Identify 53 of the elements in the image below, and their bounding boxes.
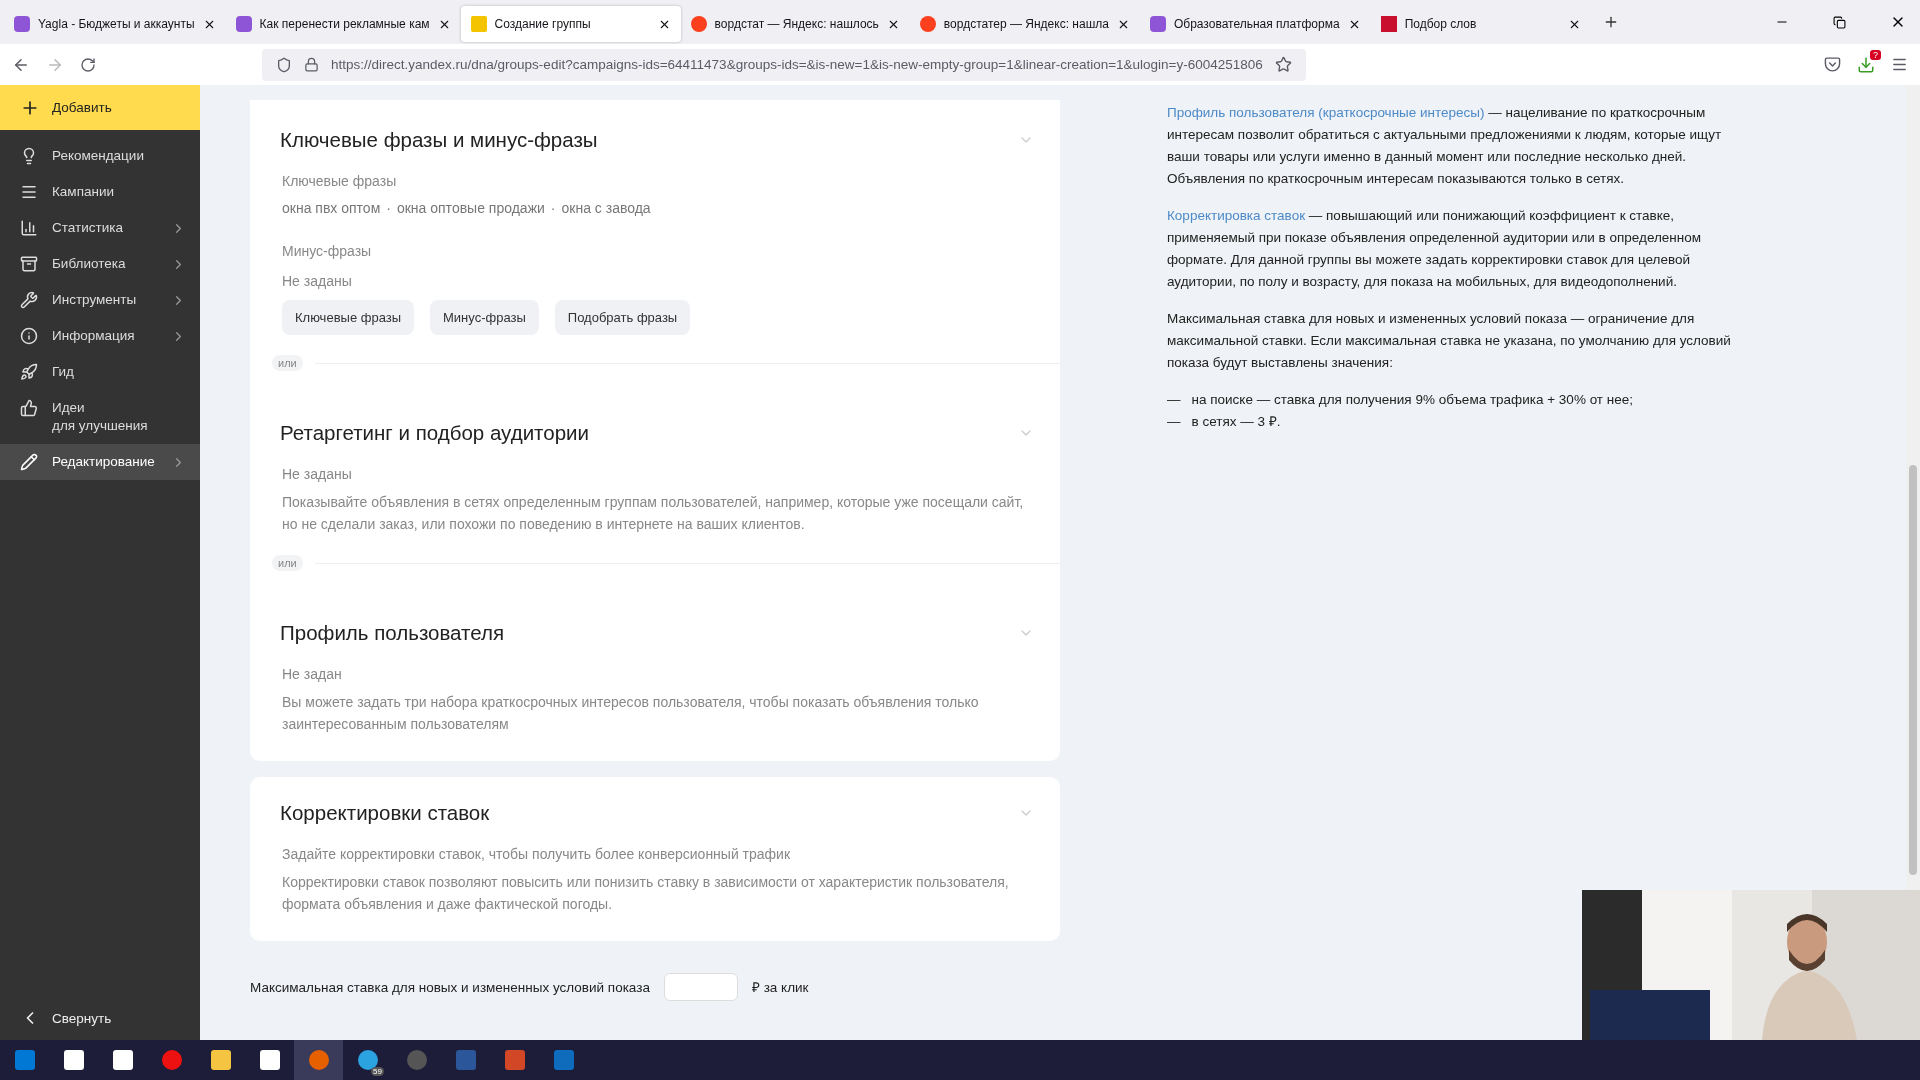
- section-title: Ретаргетинг и подбор аудитории: [280, 421, 589, 445]
- sidebar-item[interactable]: Информация: [0, 318, 200, 354]
- collapse-button[interactable]: Свернуть: [0, 996, 200, 1040]
- or-label: или: [272, 355, 303, 371]
- list-dash: —: [1167, 391, 1181, 409]
- phrase-button[interactable]: Ключевые фразы: [282, 300, 415, 335]
- list-dash: —: [1167, 413, 1181, 431]
- section-title: Корректировки ставок: [280, 801, 490, 825]
- unread-count-badge: 59: [371, 1067, 384, 1076]
- unit-label: ₽ за клик: [751, 979, 809, 996]
- browser-tab[interactable]: Как перенести рекламные кам: [225, 6, 461, 42]
- field-value: Не заданы: [282, 272, 353, 291]
- description: Показывайте объявления в сетях определенным группам пользователей, например, которые уже посещали сайт, но не сделали заказ, или похожи по поведению в интернете на ваших клиентов.: [282, 493, 1025, 534]
- browser-tab[interactable]: Yagla - Бюджеты и аккаунты: [4, 6, 226, 42]
- browser-tab[interactable]: Создание группы: [460, 6, 681, 42]
- browser-tab[interactable]: Образовательная платформа: [1139, 6, 1371, 42]
- sidebar-item[interactable]: Инструменты: [0, 282, 200, 318]
- sidebar-item[interactable]: Гид: [0, 354, 200, 390]
- sidebar-item[interactable]: Кампании: [0, 174, 200, 210]
- section-title: Профиль пользователя: [280, 621, 504, 645]
- description: Вы можете задать три набора краткосрочных интересов пользователя, чтобы показать объявления только заинтересованным пользователям: [282, 693, 980, 734]
- add-button[interactable]: Добавить: [0, 85, 200, 130]
- separator-dot: ·: [550, 200, 556, 216]
- field-value: Не заданы: [282, 465, 353, 484]
- section-title: Ключевые фразы и минус-фразы: [280, 128, 598, 152]
- notification-badge: ?: [1870, 49, 1881, 60]
- description: Корректировки ставок позволяют повысить или понизить ставку в зависимости от характеристик пользователя, формата объявления и даже фактической погоды.: [282, 873, 1010, 914]
- sidebar-item[interactable]: Библиотека: [0, 246, 200, 282]
- keyword-phrase: окна пвх оптом: [282, 200, 381, 216]
- field-label: Ключевые фразы: [282, 172, 398, 191]
- sidebar-item[interactable]: Рекомендации: [0, 138, 200, 174]
- phrase-button[interactable]: Подобрать фразы: [554, 300, 691, 335]
- field-value: Задайте корректировки ставок, чтобы получить более конверсионный трафик: [282, 845, 792, 864]
- field-value: Не задан: [282, 665, 343, 684]
- sidebar-item[interactable]: Редактирование: [0, 444, 200, 480]
- browser-tab[interactable]: вордстатер — Яндекс: нашла: [909, 6, 1140, 42]
- list-item: на поиске — ставка для получения 9% объема трафика + 30% от нее;: [1191, 391, 1633, 409]
- list-item: в сетях — 3 ₽.: [1191, 413, 1281, 431]
- sidebar-item[interactable]: Идеи для улучшения: [0, 390, 200, 444]
- help-paragraph: Корректировка ставок — повышающий или понижающий коэффициент к ставке, применяемый при показе объявления определенной аудитории или в определенном формате. Для данной группы вы можете задать корректировки ставок для целевой аудитории, по полу и возрасту, для показа на мобильных, для видеодополнений.: [1167, 207, 1703, 291]
- max-bid-label: Максимальная ставка для новых и измененных условий показа: [250, 979, 650, 995]
- field-label: Минус-фразы: [282, 242, 373, 261]
- separator-dot: ·: [386, 200, 391, 216]
- sidebar-item[interactable]: Статистика: [0, 210, 200, 246]
- phrase-button[interactable]: Минус-фразы: [430, 300, 539, 335]
- browser-tab[interactable]: вордстат — Яндекс: нашлось: [680, 6, 910, 42]
- help-paragraph: Максимальная ставка для новых и измененных условий показа — ограничение для максимальной ставки. Если максимальная ставка не указана, по умолчанию для условий показа будут выставлены значения:: [1167, 310, 1732, 372]
- keyword-phrase: окна с завода: [561, 200, 651, 216]
- help-paragraph: Профиль пользователя (краткосрочные интересы) — нацеливание по краткосрочным интересам позволит обратиться с актуальными предложениями к людям, которые ищут ваши товары или услуги именно в данный момент или последние несколько дней. Объявления по краткосрочным интересам показываются только в сетях.: [1167, 104, 1723, 188]
- keyword-phrase: окна оптовые продажи: [396, 200, 545, 216]
- or-label: или: [272, 555, 303, 571]
- address-bar[interactable]: https://direct.yandex.ru/dna/groups-edit?campaigns-ids=64411473&groups-ids=&is-new=1&is-new-empty-group=1&linear-creation=1&ulogin=y-6004251806: [262, 48, 1306, 81]
- browser-tab[interactable]: Подбор слов: [1370, 6, 1591, 42]
